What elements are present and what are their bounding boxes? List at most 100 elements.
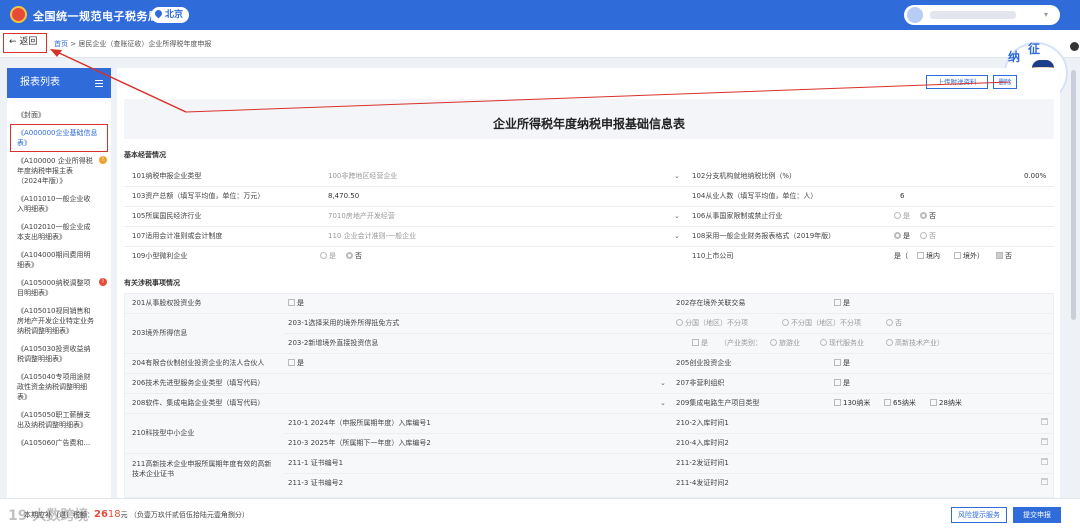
breadcrumb: 首页 > 居民企业（查账征收）企业所得税年度申报 xyxy=(54,39,211,49)
checkbox-icon xyxy=(917,252,924,259)
back-button[interactable]: ← 返回 xyxy=(3,33,47,53)
checkbox-label: 是 xyxy=(843,379,850,387)
field-203-2-yes[interactable]: 是 xyxy=(692,333,708,353)
field-203-2-opt1[interactable]: 旅游业 xyxy=(770,333,800,353)
checkbox-icon xyxy=(692,339,699,346)
submit-button[interactable]: 提交申报 xyxy=(1013,507,1061,523)
field-209-opt3[interactable]: 28纳米 xyxy=(930,393,962,413)
sidebar-item-a101010[interactable]: 《A101010一般企业收入明细表》 xyxy=(7,190,111,218)
sidebar-item-a105010[interactable]: 《A105010视同销售和房地产开发企业特定业务纳税调整明细表》 xyxy=(7,302,111,340)
radio-checked-icon xyxy=(920,212,927,219)
field-107-label: 107适用会计准则或会计制度 xyxy=(132,232,223,240)
calendar-icon[interactable] xyxy=(1041,433,1048,453)
checkbox-label: 是 xyxy=(701,339,708,347)
chevron-down-icon[interactable]: ⌄ xyxy=(660,373,666,393)
warning-badge-icon: ! xyxy=(99,156,107,164)
field-202-checkbox[interactable]: 是 xyxy=(834,293,850,313)
delete-button[interactable]: 删除 xyxy=(993,75,1017,89)
calendar-icon[interactable] xyxy=(1041,473,1048,493)
sidebar-item-a105030[interactable]: 《A105030投资收益纳税调整明细表》 xyxy=(7,340,111,368)
field-203-1-no[interactable]: 否 xyxy=(886,313,902,333)
back-label: 返回 xyxy=(19,37,38,47)
breadcrumb-path: > 居民企业（查账征收）企业所得税年度申报 xyxy=(70,40,212,48)
field-101-select[interactable]: 100非跨地区经营企业 xyxy=(328,166,397,186)
checkbox-icon xyxy=(834,299,841,306)
radio-label: 旅游业 xyxy=(779,339,800,347)
field-104-input[interactable]: 6 xyxy=(900,186,904,206)
field-105-label: 105所属国民经济行业 xyxy=(132,212,202,220)
field-203-2-opt3[interactable]: 高新技术产业） xyxy=(886,333,944,353)
sidebar-item-label: 《A000000企业基础信息表》 xyxy=(17,129,98,147)
checkbox-icon xyxy=(834,359,841,366)
fee-note: （负壹万玖仟贰佰伍拾陆元壹角捌分） xyxy=(129,511,249,519)
field-203-1-opt1[interactable]: 分国（地区）不分项 xyxy=(676,313,748,333)
sidebar-item-a105040[interactable]: 《A105040专项用途财政性资金纳税调整明细表》 xyxy=(7,368,111,406)
chevron-down-icon[interactable]: ⌄ xyxy=(660,393,666,413)
region-selector[interactable]: 北京 xyxy=(151,7,190,23)
sidebar-item-a000000[interactable]: 《A000000企业基础信息表》 xyxy=(10,124,108,152)
report-list-sidebar: 报表列表 《封面》 《A000000企业基础信息表》 《A100000 企业所得… xyxy=(7,68,111,498)
sidebar-item-a100000[interactable]: 《A100000 企业所得税年度纳税申报主表（2024年版）》! xyxy=(7,152,111,190)
field-110-domestic[interactable]: 境内 xyxy=(917,246,940,266)
field-110-overseas[interactable]: 境外） xyxy=(954,246,984,266)
field-207-checkbox[interactable]: 是 xyxy=(834,373,850,393)
checkbox-icon xyxy=(288,359,295,366)
field-108-radio-no[interactable]: 否 xyxy=(920,226,936,246)
form-title: 企业所得税年度纳税申报基础信息表 xyxy=(124,99,1054,139)
field-106-radio-yes[interactable]: 是 xyxy=(894,206,910,226)
field-209-opt2[interactable]: 65纳米 xyxy=(884,393,916,413)
field-203-2-opt2[interactable]: 现代服务业 xyxy=(820,333,864,353)
back-arrow-icon: ← xyxy=(9,37,17,47)
sidebar-item-a105000[interactable]: 《A105000纳税调整项目明细表》! xyxy=(7,274,111,302)
field-109-radio-no[interactable]: 否 xyxy=(346,246,362,266)
sidebar-item-a105050[interactable]: 《A105050职工薪酬支出及纳税调整明细表》 xyxy=(7,406,111,434)
field-201-checkbox[interactable]: 是 xyxy=(288,293,304,313)
field-204-checkbox[interactable]: 是 xyxy=(288,353,304,373)
section-basic-title: 基本经营情况 xyxy=(124,151,166,159)
checkbox-label: 130纳米 xyxy=(843,399,871,407)
field-109-radio-yes[interactable]: 是 xyxy=(320,246,336,266)
field-101-label: 101纳税申报企业类型 xyxy=(132,172,202,180)
breadcrumb-home[interactable]: 首页 xyxy=(54,40,68,48)
chevron-down-icon[interactable]: ⌄ xyxy=(674,166,680,186)
field-106-radio-no[interactable]: 否 xyxy=(920,206,936,226)
field-107-select[interactable]: 110 企业会计准则-一般企业 xyxy=(328,226,416,246)
user-menu[interactable]: ▾ xyxy=(904,5,1060,25)
page-scrollbar[interactable] xyxy=(1071,70,1076,320)
sidebar-item-label: 《A105040专项用途财政性资金纳税调整明细表》 xyxy=(17,373,91,401)
radio-icon xyxy=(886,319,893,326)
checkbox-label: 是 xyxy=(843,359,850,367)
upload-attachments-button[interactable]: 上传附送资料 xyxy=(926,75,988,89)
minus-icon[interactable] xyxy=(1070,42,1079,51)
checkbox-icon xyxy=(834,399,841,406)
field-209-opt1[interactable]: 130纳米 xyxy=(834,393,870,413)
row-divider xyxy=(124,246,1054,247)
field-205-checkbox[interactable]: 是 xyxy=(834,353,850,373)
fee-amount-suffix: 18 xyxy=(107,509,121,520)
menu-icon[interactable] xyxy=(95,80,103,87)
checkbox-icon xyxy=(884,399,891,406)
sidebar-item-a105060[interactable]: 《A105060广告费和... xyxy=(7,434,111,452)
sidebar-item-label: 《A105060广告费和... xyxy=(17,439,91,447)
radio-icon xyxy=(782,319,789,326)
calendar-icon[interactable] xyxy=(1041,413,1048,433)
field-103-input[interactable]: 8,470.50 xyxy=(328,186,359,206)
sidebar-item-a104000[interactable]: 《A104000期间费用明细表》 xyxy=(7,246,111,274)
field-105-select[interactable]: 7010房地产开发经营 xyxy=(328,206,395,226)
radio-label: 否 xyxy=(895,319,902,327)
chevron-down-icon[interactable]: ⌄ xyxy=(674,206,680,226)
sidebar-item-cover[interactable]: 《封面》 xyxy=(7,106,111,124)
sidebar-item-a102010[interactable]: 《A102010一般企业成本支出明细表》 xyxy=(7,218,111,246)
fee-amount: 26 xyxy=(94,509,108,520)
calendar-icon[interactable] xyxy=(1041,453,1048,473)
field-203-2-label: 203-2新增境外直接投资信息 xyxy=(288,339,379,347)
risk-tip-button[interactable]: 风险提示服务 xyxy=(951,507,1007,523)
radio-icon xyxy=(770,339,777,346)
field-108-radio-yes[interactable]: 是 xyxy=(894,226,910,246)
field-110-no[interactable]: 否 xyxy=(996,246,1012,266)
chevron-down-icon[interactable]: ⌄ xyxy=(674,226,680,246)
fee-prefix: 本期应补（退）税额： xyxy=(24,511,94,519)
radio-icon xyxy=(820,339,827,346)
checkbox-icon xyxy=(930,399,937,406)
field-203-1-opt2[interactable]: 不分国（地区）不分项 xyxy=(782,313,861,333)
